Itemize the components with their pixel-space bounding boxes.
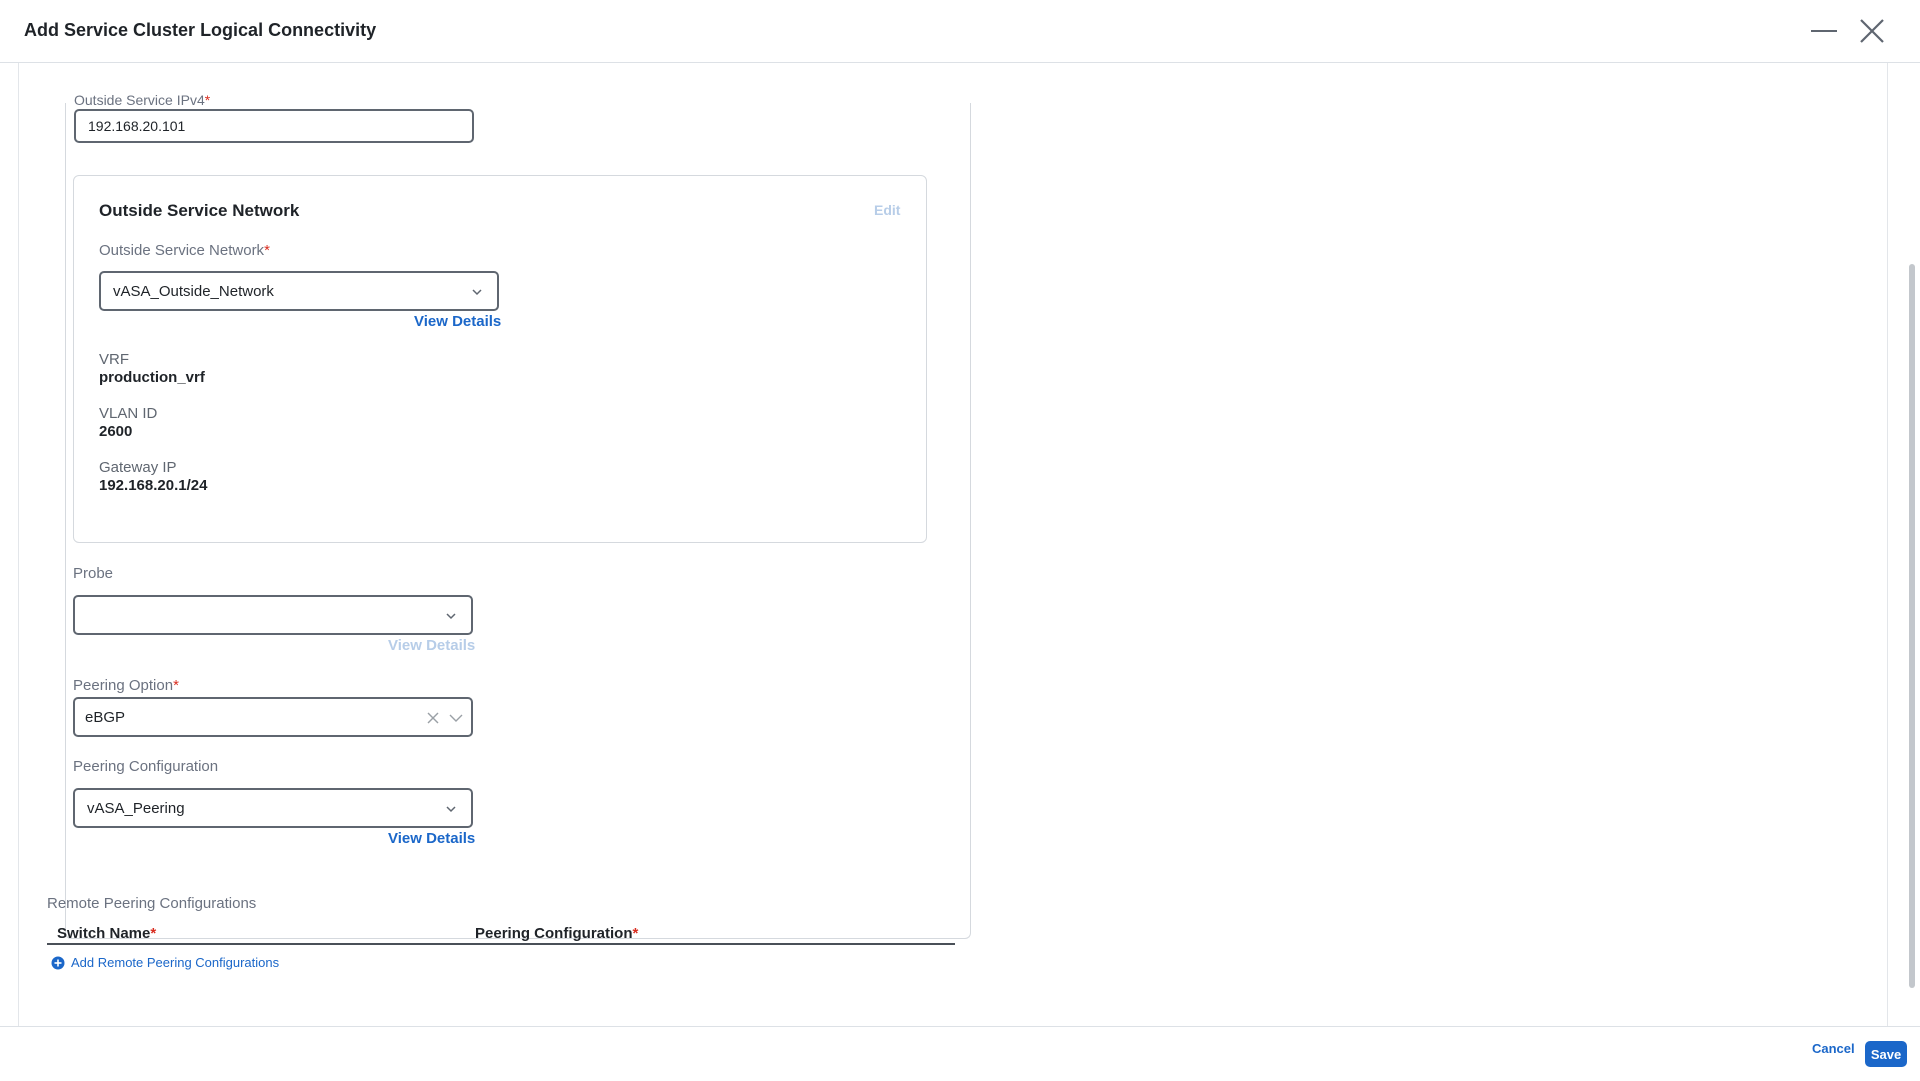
vlan-id-value: 2600 — [99, 423, 133, 440]
dialog-title: Add Service Cluster Logical Connectivity — [24, 20, 377, 40]
scrollbar-thumb[interactable] — [1909, 264, 1915, 988]
outside-ipv4-value: 192.168.20.101 — [88, 118, 186, 134]
column-peering-configuration: Peering Configuration* — [475, 925, 639, 942]
vrf-value: production_vrf — [99, 369, 205, 386]
gateway-ip-value: 192.168.20.1/24 — [99, 477, 208, 494]
peering-configuration-selected: vASA_Peering — [87, 799, 185, 817]
outside-network-title: Outside Service Network — [99, 201, 300, 220]
add-remote-peering-label: Add Remote Peering Configurations — [71, 955, 280, 970]
peering-configuration-select[interactable]: vASA_Peering — [73, 788, 473, 828]
vlan-id-label: VLAN ID — [99, 405, 158, 422]
chevron-down-icon — [472, 289, 482, 296]
outside-network-view-details-link[interactable]: View Details — [414, 313, 501, 330]
dialog-footer: Cancel Save — [0, 1026, 1920, 1081]
probe-view-details-link: View Details — [388, 637, 476, 654]
peering-configuration-view-details-link[interactable]: View Details — [388, 830, 475, 847]
outside-network-select[interactable]: vASA_Outside_Network — [99, 271, 499, 311]
outside-network-selected: vASA_Outside_Network — [113, 282, 274, 300]
remote-peering-table-header: Switch Name* Peering Configuration* — [47, 919, 955, 945]
chevron-down-icon — [446, 613, 456, 620]
peering-option-selected: eBGP — [85, 708, 126, 726]
vrf-label: VRF — [99, 351, 129, 368]
clear-icon[interactable] — [427, 712, 439, 724]
dialog-body[interactable]: Outside Service IPv4* 192.168.20.101 Out… — [18, 63, 1888, 1026]
close-icon[interactable] — [1853, 12, 1891, 50]
cancel-button[interactable]: Cancel — [1812, 1041, 1855, 1056]
peering-configuration-label: Peering Configuration — [73, 758, 219, 775]
outside-network-select-label: Outside Service Network* — [99, 242, 270, 259]
dialog-header: Add Service Cluster Logical Connectivity — [0, 0, 1920, 63]
edit-link: Edit — [874, 202, 901, 218]
save-button[interactable]: Save — [1865, 1041, 1907, 1067]
probe-select[interactable] — [73, 595, 473, 635]
outside-ipv4-label: Outside Service IPv4* — [74, 92, 211, 108]
peering-option-label: Peering Option* — [73, 677, 179, 694]
column-switch-name: Switch Name* — [57, 925, 157, 942]
chevron-down-icon — [449, 714, 463, 722]
outside-ipv4-input[interactable]: 192.168.20.101 — [74, 109, 474, 143]
minimize-icon[interactable] — [1806, 12, 1844, 50]
add-remote-peering-button[interactable]: Add Remote Peering Configurations — [51, 955, 279, 970]
remote-peering-label: Remote Peering Configurations — [47, 895, 257, 912]
probe-label: Probe — [73, 565, 114, 582]
peering-option-select[interactable]: eBGP — [73, 697, 473, 737]
plus-circle-icon — [51, 956, 65, 969]
chevron-down-icon — [446, 806, 456, 813]
gateway-ip-label: Gateway IP — [99, 459, 177, 476]
